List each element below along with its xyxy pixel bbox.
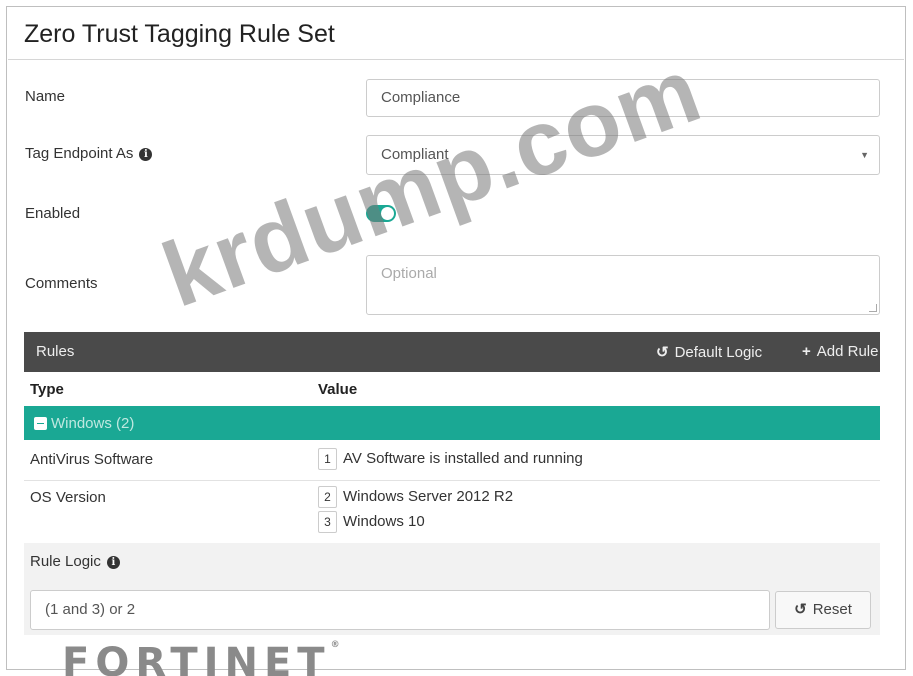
rule-logic-label: Rule Logic i	[30, 553, 120, 570]
fortinet-logo: FORTINET®	[62, 640, 340, 676]
page-title: Zero Trust Tagging Rule Set	[24, 20, 335, 48]
rule-group-label: Windows (2)	[51, 415, 135, 432]
rules-title: Rules	[36, 343, 75, 360]
rule-number-badge: 3	[318, 511, 337, 533]
dialog-header: Zero Trust Tagging Rule Set	[8, 8, 904, 60]
rule-logic-input[interactable]: (1 and 3) or 2	[30, 590, 770, 630]
collapse-icon[interactable]	[34, 417, 47, 430]
rule-group-windows[interactable]: Windows (2)	[24, 406, 880, 440]
add-rule-button[interactable]: + Add Rule	[802, 343, 878, 360]
enabled-label: Enabled	[25, 205, 81, 222]
info-icon[interactable]: i	[106, 556, 120, 569]
row-divider	[24, 480, 880, 481]
rule-number-badge: 2	[318, 486, 337, 508]
column-header-value: Value	[318, 381, 358, 398]
resize-handle[interactable]	[869, 304, 877, 312]
rule-value-text: Windows Server 2012 R2	[343, 487, 514, 505]
rules-toolbar: Rules ↺ Default Logic + Add Rule	[24, 332, 880, 372]
rule-value-text: AV Software is installed and running	[343, 449, 583, 467]
rule-value-1: 1 AV Software is installed and running	[318, 448, 583, 470]
chevron-down-icon: ▼	[860, 150, 869, 160]
reset-label: Reset	[812, 601, 852, 618]
rule-type-os-version: OS Version	[30, 489, 106, 506]
rule-value-3: 3 Windows 10	[318, 511, 425, 533]
add-rule-label: Add Rule	[816, 343, 879, 360]
plus-icon: +	[802, 343, 811, 360]
logo-text: FORTINET	[62, 640, 331, 676]
undo-icon: ↺	[794, 601, 807, 618]
rule-type-antivirus: AntiVirus Software	[30, 451, 154, 468]
name-label: Name	[25, 88, 66, 105]
reset-button[interactable]: ↺ Reset	[775, 591, 871, 629]
rule-logic-panel: Rule Logic i (1 and 3) or 2 ↺ Reset	[24, 543, 880, 635]
tag-endpoint-label-text: Tag Endpoint As	[25, 145, 134, 162]
default-logic-button[interactable]: ↺ Default Logic	[656, 343, 762, 361]
comments-placeholder: Optional	[381, 265, 437, 282]
rule-logic-label-text: Rule Logic	[30, 553, 101, 570]
tag-endpoint-label: Tag Endpoint As i	[25, 145, 153, 162]
default-logic-label: Default Logic	[674, 344, 763, 361]
column-header-type: Type	[30, 381, 64, 398]
undo-icon: ↺	[656, 344, 669, 361]
comments-textarea[interactable]: Optional	[366, 255, 880, 315]
rule-value-2: 2 Windows Server 2012 R2	[318, 486, 513, 508]
info-icon[interactable]: i	[139, 148, 153, 161]
rule-number-badge: 1	[318, 448, 337, 470]
rule-value-text: Windows 10	[343, 512, 425, 530]
comments-label: Comments	[25, 275, 98, 292]
